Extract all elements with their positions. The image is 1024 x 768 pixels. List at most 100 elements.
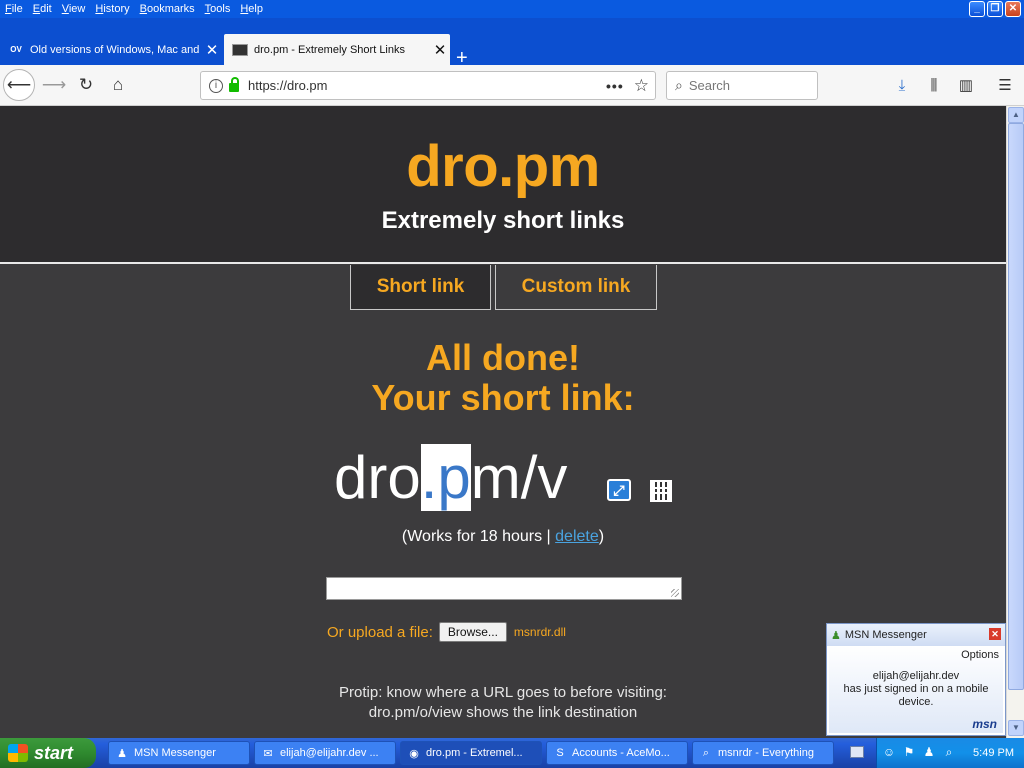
s-icon: S: [556, 747, 564, 759]
msn-buddy-icon: ♟: [831, 629, 841, 642]
close-icon[interactable]: ✕: [989, 628, 1001, 640]
restore-button[interactable]: ❐: [987, 1, 1003, 17]
msn-header: ♟ MSN Messenger ✕: [827, 624, 1005, 646]
vertical-scrollbar[interactable]: ▲ ▼: [1006, 106, 1024, 738]
expiry-note: (Works for 18 hours | delete): [0, 528, 1006, 546]
info-icon[interactable]: i: [209, 78, 223, 93]
start-label: start: [34, 742, 74, 763]
home-button[interactable]: ⌂: [102, 69, 134, 101]
start-button[interactable]: start: [0, 738, 96, 768]
short-link-part: dro: [334, 444, 421, 511]
url-textarea[interactable]: [326, 577, 682, 600]
msn-logo: msn: [972, 717, 997, 731]
taskbar-item-firefox[interactable]: ◉ dro.pm - Extremel...: [400, 741, 542, 765]
back-button[interactable]: ⟵: [3, 69, 35, 101]
msn-options-link[interactable]: Options: [961, 649, 999, 661]
bookmark-star-icon[interactable]: ☆: [634, 76, 649, 96]
page-actions-icon[interactable]: •••: [606, 78, 624, 94]
result-heading: All done! Your short link:: [0, 338, 1006, 418]
msn-notification[interactable]: ♟ MSN Messenger ✕ Options elijah@elijahr…: [826, 623, 1006, 736]
library-icon[interactable]: ⫼: [922, 73, 946, 97]
scroll-down-arrow-icon[interactable]: ▼: [1008, 720, 1024, 736]
browse-button[interactable]: Browse...: [438, 622, 507, 642]
short-link-part: m/v: [470, 444, 568, 511]
firefox-icon: ◉: [409, 747, 419, 760]
tray-search-icon[interactable]: ⌕: [941, 745, 957, 761]
taskbar-item-label: Accounts - AceMo...: [572, 747, 670, 759]
msn-title: MSN Messenger: [844, 629, 927, 641]
taskbar-item-label: elijah@elijahr.dev ...: [280, 747, 379, 759]
tray-network-icon[interactable]: ⚑: [901, 745, 917, 761]
url-text[interactable]: https://dro.pm: [248, 78, 606, 93]
taskbar-item-everything[interactable]: ⌕ msnrdr - Everything: [692, 741, 834, 765]
tab-title: Old versions of Windows, Mac and: [30, 43, 200, 56]
menu-hamburger-icon[interactable]: ☰: [993, 73, 1017, 97]
tab-dro-pm[interactable]: dro.pm - Extremely Short Links ✕: [224, 34, 450, 65]
menu-tools[interactable]: Tools: [200, 3, 236, 15]
msn-line-3: device.: [898, 696, 934, 708]
menu-bar: File Edit View History Bookmarks Tools H…: [0, 0, 1024, 18]
reload-button[interactable]: ↻: [70, 69, 102, 101]
dropm-favicon-icon: [232, 43, 248, 56]
tab-custom-link[interactable]: Custom link: [495, 265, 657, 310]
selected-file-name: msnrdr.dll: [513, 625, 566, 639]
site-logo[interactable]: dro.pm: [0, 133, 1006, 200]
taskbar-item-msn[interactable]: ♟ MSN Messenger: [108, 741, 250, 765]
site-header: dro.pm Extremely short links: [0, 106, 1006, 264]
msn-line-2: has just signed in on a mobile: [843, 683, 989, 695]
search-input[interactable]: ⌕ Search: [666, 71, 818, 100]
tray-msn-icon[interactable]: ♟: [921, 745, 937, 761]
menu-history[interactable]: History: [90, 3, 134, 15]
resize-grip-icon[interactable]: [671, 589, 679, 597]
forward-button[interactable]: ⟶: [38, 69, 70, 101]
system-tray: ☺ ⚑ ♟ ⌕ 5:49 PM: [876, 738, 1024, 768]
taskbar-item-label: dro.pm - Extremel...: [426, 747, 523, 759]
tab-short-link[interactable]: Short link: [350, 265, 491, 310]
close-window-button[interactable]: ✕: [1005, 1, 1021, 17]
tray-app-icon[interactable]: ☺: [881, 745, 897, 761]
msn-message: elijah@elijahr.dev has just signed in on…: [829, 670, 1003, 709]
expiry-text: (Works for 18 hours |: [401, 528, 556, 545]
done-line-1: All done!: [426, 337, 580, 378]
tab-close-icon[interactable]: ✕: [202, 41, 222, 59]
menu-view[interactable]: View: [57, 3, 91, 15]
taskbar: start ♟ MSN Messenger ✉ elijah@elijahr.d…: [0, 738, 1024, 768]
menu-edit[interactable]: Edit: [28, 3, 57, 15]
msn-user: elijah@elijahr.dev: [872, 670, 960, 682]
nav-bar: ⟵ ⟶ ↻ ⌂ i https://dro.pm ••• ☆ ⌕ Search …: [0, 65, 1024, 106]
tab-old-versions[interactable]: OV Old versions of Windows, Mac and ✕: [0, 34, 222, 65]
windows-flag-icon: [8, 744, 28, 762]
tab-close-icon[interactable]: ✕: [430, 41, 450, 59]
short-link-selection: .p: [420, 444, 471, 511]
window-controls: _ ❐ ✕: [969, 1, 1021, 17]
scroll-up-arrow-icon[interactable]: ▲: [1008, 107, 1024, 123]
menu-file[interactable]: File: [0, 3, 28, 15]
upload-label: Or upload a file:: [327, 623, 433, 641]
short-link-text[interactable]: dro.pm/v: [334, 443, 567, 517]
tab-strip: OV Old versions of Windows, Mac and ✕ dr…: [0, 18, 1024, 68]
ov-favicon-icon: OV: [8, 43, 24, 56]
tab-title: dro.pm - Extremely Short Links: [254, 43, 405, 56]
sidebar-icon[interactable]: ▥: [954, 73, 978, 97]
scroll-thumb[interactable]: [1008, 123, 1024, 690]
delete-link[interactable]: delete: [555, 528, 599, 545]
menu-bookmarks[interactable]: Bookmarks: [135, 3, 200, 15]
site-tagline: Extremely short links: [381, 207, 625, 234]
search-icon: ⌕: [675, 77, 683, 93]
msn-body: Options elijah@elijahr.dev has just sign…: [829, 646, 1003, 733]
keyboard-icon[interactable]: [850, 746, 864, 758]
search-placeholder: Search: [688, 78, 731, 93]
taskbar-item-accounts[interactable]: S Accounts - AceMo...: [546, 741, 688, 765]
search-icon: ⌕: [702, 746, 710, 759]
menu-help[interactable]: Help: [235, 3, 268, 15]
taskbar-item-label: MSN Messenger: [134, 747, 216, 759]
qr-code-icon[interactable]: [650, 480, 672, 502]
downloads-icon[interactable]: ⤓: [890, 73, 914, 97]
minimize-button[interactable]: _: [969, 1, 985, 17]
taskbar-item-chat[interactable]: ✉ elijah@elijahr.dev ...: [254, 741, 396, 765]
taskbar-item-label: msnrdr - Everything: [718, 747, 814, 759]
open-link-icon[interactable]: ⤢: [607, 479, 631, 501]
url-bar[interactable]: i https://dro.pm ••• ☆: [200, 71, 656, 100]
chat-icon: ✉: [263, 747, 273, 760]
expiry-close: ): [598, 528, 605, 545]
